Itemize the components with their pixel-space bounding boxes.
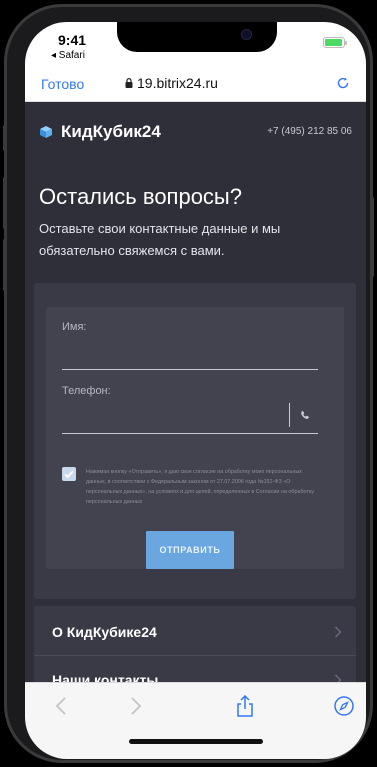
mute-switch xyxy=(3,125,6,151)
divider xyxy=(34,655,356,656)
chevron-right-icon xyxy=(335,626,342,638)
brand-name: КидКубик24 xyxy=(61,122,161,141)
safari-address-bar: Готово 19.bitrix24.ru xyxy=(25,66,366,102)
contact-form-card: Имя: Телефон: Нажимая кнопку «Отправить»… xyxy=(34,283,356,599)
phone-input[interactable] xyxy=(62,403,286,433)
safari-toolbar xyxy=(25,682,366,759)
battery-level xyxy=(325,39,342,46)
status-time: 9:41 xyxy=(58,32,87,48)
check-icon xyxy=(64,470,74,479)
screen: 9:41 ◂ Safari Готово 19.bitrix24.ru КидК… xyxy=(25,22,366,759)
submit-button[interactable]: ОТПРАВИТЬ xyxy=(146,531,234,569)
menu-item-about[interactable]: О КидКубике24 xyxy=(34,612,356,654)
footer-menu: О КидКубике24 Наши контакты xyxy=(34,606,356,682)
header-phone-link[interactable]: +7 (495) 212 85 06 xyxy=(267,126,352,137)
volume-up-button xyxy=(3,177,6,229)
home-indicator xyxy=(129,739,263,744)
chevron-right-icon xyxy=(335,674,342,682)
consent-text: Нажимая кнопку «Отправить», я даю свое с… xyxy=(86,469,314,505)
menu-item-contacts[interactable]: Наши контакты xyxy=(34,660,356,682)
consent-checkbox[interactable] xyxy=(62,467,76,481)
name-label: Имя: xyxy=(62,321,87,333)
share-icon[interactable] xyxy=(234,695,256,717)
volume-down-button xyxy=(3,239,6,291)
camera-icon xyxy=(241,29,252,40)
lock-icon xyxy=(125,78,133,88)
page-title: Остались вопросы? xyxy=(39,184,242,209)
page-subtitle: Оставьте свои контактные данные и мы обя… xyxy=(39,221,281,258)
contact-form: Имя: Телефон: Нажимая кнопку «Отправить»… xyxy=(46,307,344,569)
notch xyxy=(117,22,277,52)
menu-item-label: О КидКубике24 xyxy=(52,624,157,640)
phone-frame: 9:41 ◂ Safari Готово 19.bitrix24.ru КидК… xyxy=(3,4,374,763)
name-underline xyxy=(62,369,318,370)
forward-icon[interactable] xyxy=(124,695,146,717)
handset-icon xyxy=(301,410,309,419)
back-icon[interactable] xyxy=(51,695,73,717)
url-text[interactable]: 19.bitrix24.ru xyxy=(137,75,218,91)
done-button[interactable]: Готово xyxy=(41,76,84,92)
cube-icon xyxy=(40,126,52,138)
brand-logo[interactable]: КидКубик24 xyxy=(39,122,161,142)
phone-underline xyxy=(62,433,318,434)
web-page: КидКубик24 +7 (495) 212 85 06 Остались в… xyxy=(25,102,366,682)
phone-field-divider xyxy=(289,403,290,427)
status-bar: 9:41 ◂ Safari xyxy=(25,22,366,66)
phone-label: Телефон: xyxy=(62,385,111,397)
battery-icon xyxy=(323,37,347,48)
back-to-app-link[interactable]: ◂ Safari xyxy=(51,50,85,61)
compass-icon[interactable] xyxy=(333,695,355,717)
name-input[interactable] xyxy=(62,341,322,371)
power-button xyxy=(371,197,374,277)
reload-icon[interactable] xyxy=(336,76,350,90)
menu-item-label: Наши контакты xyxy=(52,672,159,682)
